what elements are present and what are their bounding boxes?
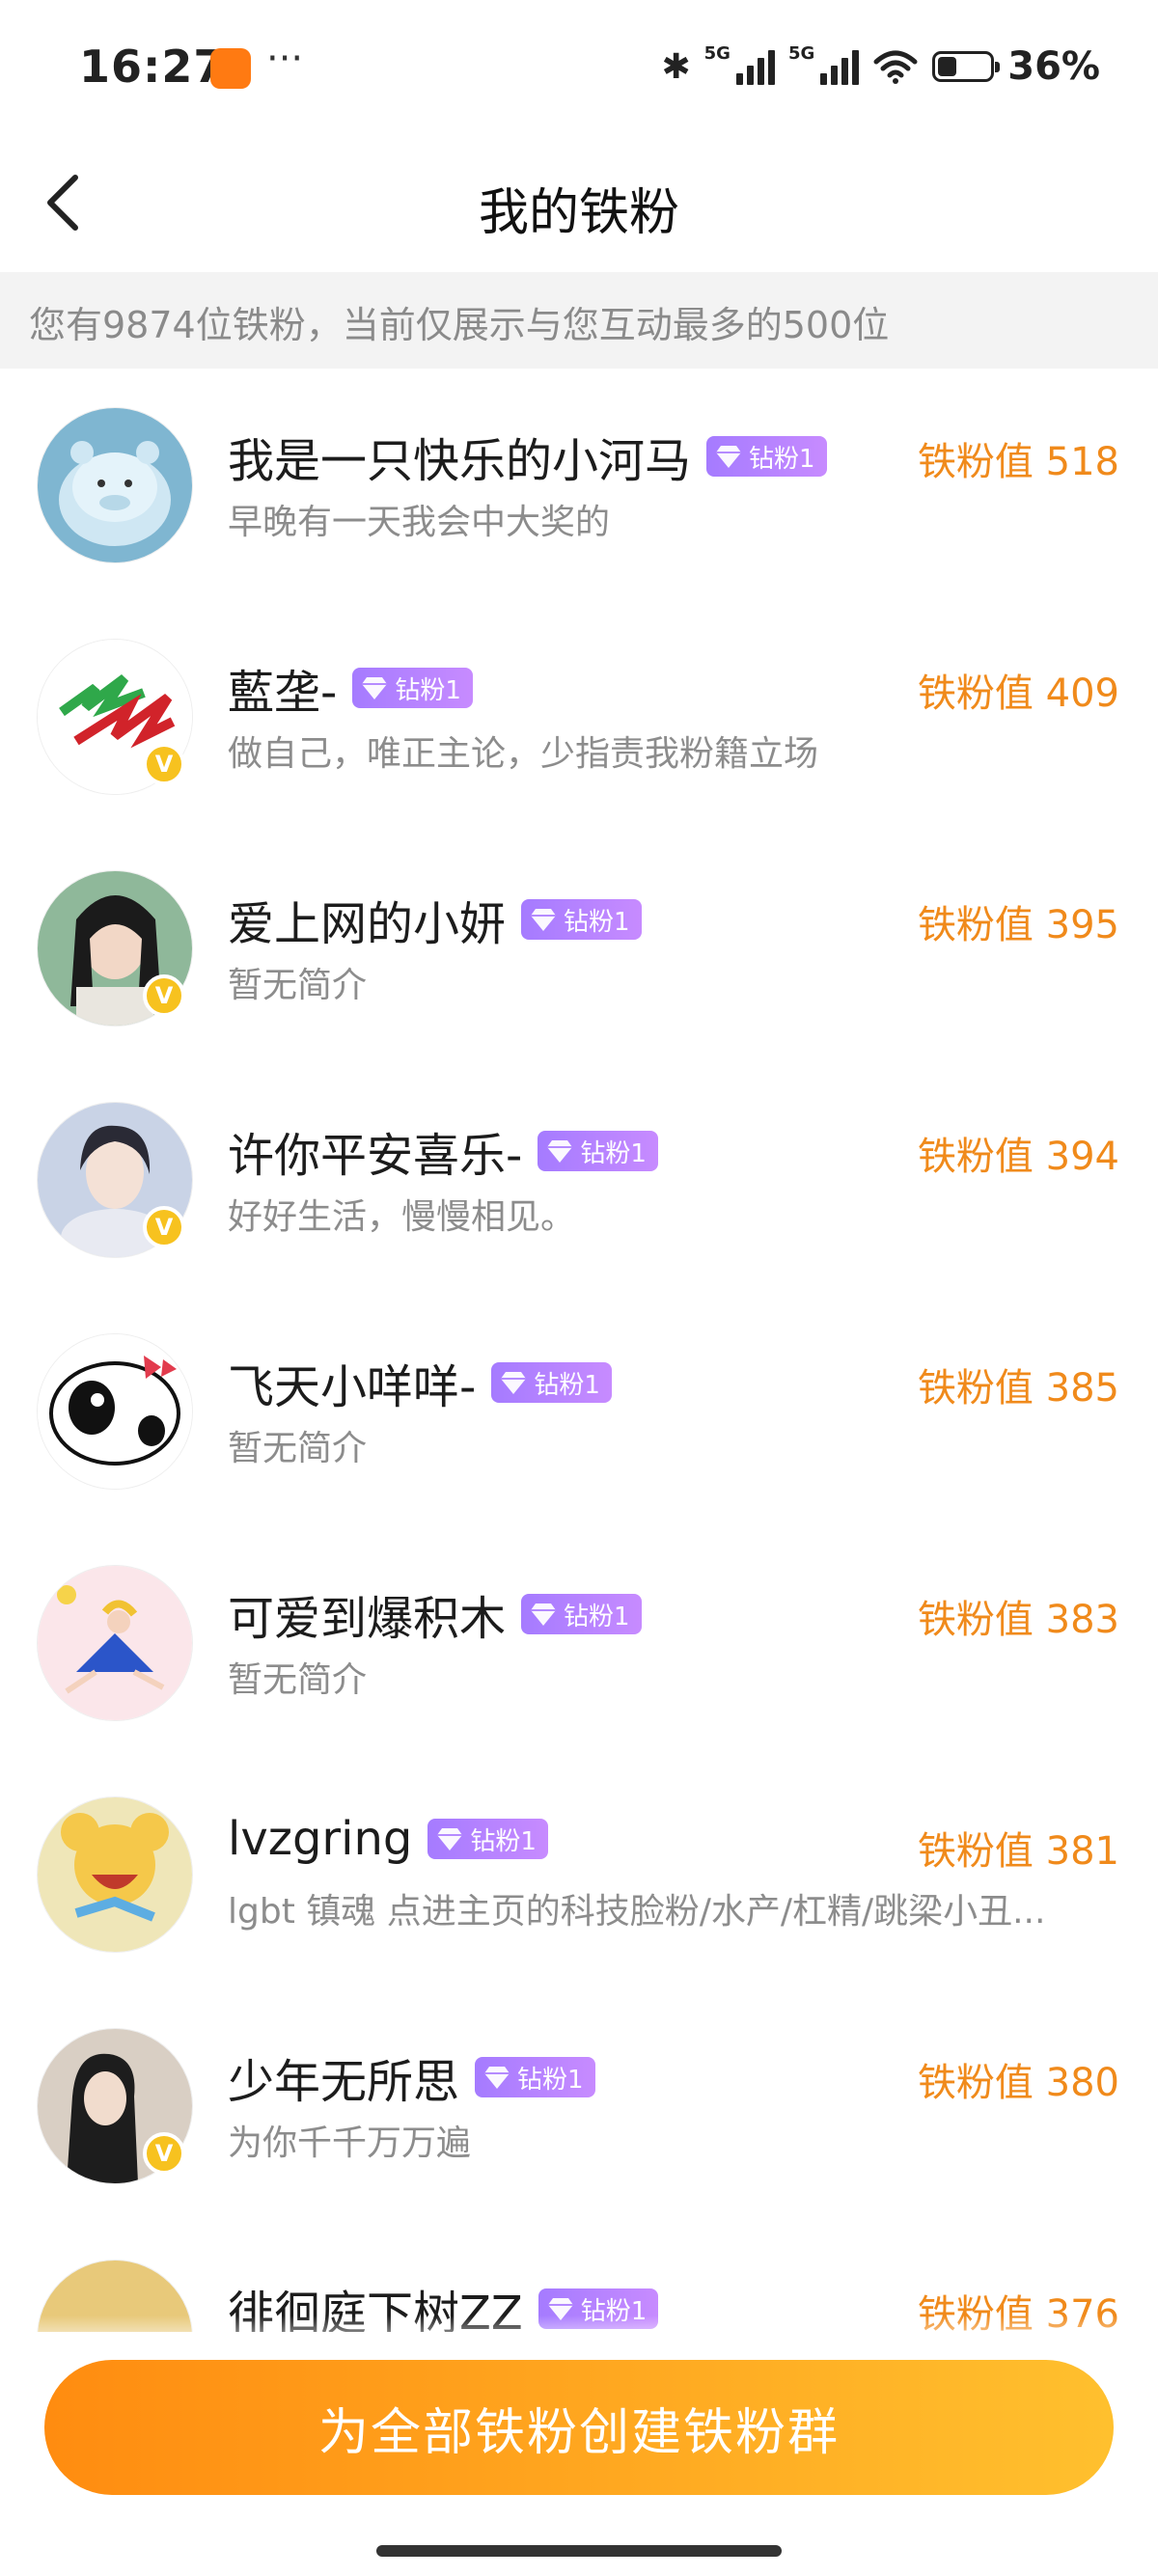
verified-badge-icon: V — [143, 974, 185, 1017]
fan-name-row: lvzgring 钻粉1 — [228, 1812, 548, 1866]
fan-score: 铁粉值 518 — [917, 440, 1119, 484]
create-fan-group-button[interactable]: 为全部铁粉创建铁粉群 — [44, 2360, 1114, 2495]
fan-score: 铁粉值 394 — [917, 1135, 1119, 1179]
fan-name: 少年无所思 — [228, 2055, 460, 2109]
network-type-2: 5G — [787, 42, 815, 64]
diamond-icon — [437, 1828, 463, 1850]
avatar[interactable] — [37, 1565, 193, 1721]
fan-bio: 暂无简介 — [228, 1429, 368, 1468]
fan-name: 许你平安喜乐- — [228, 1129, 523, 1183]
fan-level-label: 钻粉1 — [749, 444, 815, 474]
diamond-icon — [362, 677, 388, 699]
fan-bio: 暂无简介 — [228, 966, 368, 1005]
fan-bio: 早晚有一天我会中大奖的 — [228, 503, 611, 542]
fan-score: 铁粉值 383 — [917, 1598, 1119, 1642]
fan-score: 铁粉值 385 — [917, 1366, 1119, 1411]
fan-item[interactable]: 飞天小咩咩- 钻粉1 暂无简介 铁粉值 385 — [0, 1295, 1158, 1526]
fans-count-banner: 您有9874位铁粉，当前仅展示与您互动最多的500位 — [0, 272, 1158, 369]
fan-name: 我是一只快乐的小河马 — [228, 434, 692, 488]
fan-name: 藍垄- — [228, 666, 338, 720]
app-notification-icon — [210, 48, 251, 89]
fan-name: 爱上网的小妍 — [228, 897, 507, 951]
fan-item[interactable]: 我是一只快乐的小河马 钻粉1 早晚有一天我会中大奖的 铁粉值 518 — [0, 369, 1158, 600]
fan-level-badge: 钻粉1 — [521, 1594, 642, 1634]
fan-bio: lgbt 镇魂 点进主页的科技脸粉/水产/杠精/跳梁小丑... — [228, 1892, 1046, 1932]
fan-item[interactable]: V 爱上网的小妍 钻粉1 暂无简介 铁粉值 395 — [0, 832, 1158, 1063]
status-bar: 16:27 ··· ✱ 5G 5G 36% — [0, 0, 1158, 135]
fan-level-badge: 钻粉1 — [706, 436, 827, 477]
diamond-icon — [501, 1372, 527, 1394]
battery-level — [938, 57, 956, 76]
diamond-icon — [484, 2067, 510, 2089]
fan-score: 铁粉值 381 — [917, 1829, 1119, 1874]
diamond-icon — [531, 909, 557, 931]
fan-item[interactable]: V 藍垄- 钻粉1 做自己，唯正主论，少指责我粉籍立场 铁粉值 409 — [0, 600, 1158, 832]
fan-score: 铁粉值 395 — [917, 903, 1119, 947]
banner-text: 您有9874位铁粉，当前仅展示与您互动最多的500位 — [29, 304, 890, 346]
fan-name-row: 许你平安喜乐- 钻粉1 — [228, 1117, 658, 1185]
fan-name-row: 飞天小咩咩- 钻粉1 — [228, 1349, 612, 1416]
home-indicator[interactable] — [376, 2545, 782, 2557]
page-title: 我的铁粉 — [478, 184, 679, 242]
avatar[interactable] — [37, 1796, 193, 1953]
diamond-icon — [531, 1603, 557, 1626]
fan-score: 铁粉值 409 — [917, 671, 1119, 716]
fan-level-badge: 钻粉1 — [427, 1819, 548, 1859]
avatar[interactable] — [37, 407, 193, 563]
fan-level-label: 钻粉1 — [564, 1602, 630, 1631]
fan-bio: 为你千千万万遍 — [228, 2124, 472, 2163]
diamond-icon — [716, 446, 742, 468]
network-type-1: 5G — [703, 42, 731, 64]
signal-icon — [735, 48, 775, 85]
fan-level-label: 钻粉1 — [564, 907, 630, 937]
fan-name-row: 可爱到爆积木 钻粉1 — [228, 1580, 642, 1648]
nav-bar: 我的铁粉 — [0, 135, 1158, 272]
verified-badge-icon: V — [143, 1206, 185, 1248]
fan-name: 飞天小咩咩- — [228, 1360, 477, 1414]
fan-name: lvzgring — [228, 1812, 413, 1866]
fan-name-row: 爱上网的小妍 钻粉1 — [228, 886, 642, 953]
fan-level-badge: 钻粉1 — [521, 899, 642, 940]
fan-name-row: 少年无所思 钻粉1 — [228, 2043, 595, 2111]
wifi-icon — [873, 50, 918, 84]
fan-item[interactable]: lvzgring 钻粉1 lgbt 镇魂 点进主页的科技脸粉/水产/杠精/跳梁小… — [0, 1758, 1158, 1989]
verified-badge-icon: V — [143, 2132, 185, 2175]
fan-level-label: 钻粉1 — [517, 2065, 584, 2095]
fan-item[interactable]: V 许你平安喜乐- 钻粉1 好好生活，慢慢相见。 铁粉值 394 — [0, 1063, 1158, 1295]
more-notifications-icon: ··· — [266, 37, 304, 81]
fan-score: 铁粉值 380 — [917, 2061, 1119, 2105]
fan-level-badge: 钻粉1 — [475, 2057, 595, 2097]
fan-level-label: 钻粉1 — [395, 675, 461, 705]
status-icons: ✱ 5G 5G 36% — [661, 42, 1100, 91]
fan-bio: 暂无简介 — [228, 1660, 368, 1700]
fan-level-badge: 钻粉1 — [491, 1362, 612, 1403]
battery-percentage: 36% — [1007, 44, 1100, 89]
fan-name: 可爱到爆积木 — [228, 1592, 507, 1646]
diamond-icon — [547, 1140, 573, 1163]
list-fade — [0, 2316, 1158, 2354]
status-time: 16:27 — [79, 41, 226, 93]
fan-name-row: 我是一只快乐的小河马 钻粉1 — [228, 423, 827, 490]
fan-list[interactable]: 我是一只快乐的小河马 钻粉1 早晚有一天我会中大奖的 铁粉值 518 V 藍垄-… — [0, 369, 1158, 2332]
fan-level-badge: 钻粉1 — [352, 668, 473, 708]
fan-level-label: 钻粉1 — [580, 1138, 647, 1168]
fan-level-label: 钻粉1 — [534, 1370, 600, 1400]
create-fan-group-label: 为全部铁粉创建铁粉群 — [317, 2403, 840, 2462]
fan-name-row: 藍垄- 钻粉1 — [228, 654, 473, 722]
battery-icon — [932, 51, 1001, 82]
signal-icon — [820, 48, 860, 85]
avatar[interactable] — [37, 1333, 193, 1490]
verified-badge-icon: V — [143, 743, 185, 785]
fan-level-badge: 钻粉1 — [538, 1131, 658, 1171]
fan-bio: 好好生活，慢慢相见。 — [228, 1197, 576, 1237]
fan-item[interactable]: 可爱到爆积木 钻粉1 暂无简介 铁粉值 383 — [0, 1526, 1158, 1758]
fan-bio: 做自己，唯正主论，少指责我粉籍立场 — [228, 734, 819, 774]
fan-level-label: 钻粉1 — [470, 1826, 537, 1856]
bluetooth-icon: ✱ — [661, 46, 691, 87]
fan-item[interactable]: V 少年无所思 钻粉1 为你千千万万遍 铁粉值 380 — [0, 1989, 1158, 2221]
